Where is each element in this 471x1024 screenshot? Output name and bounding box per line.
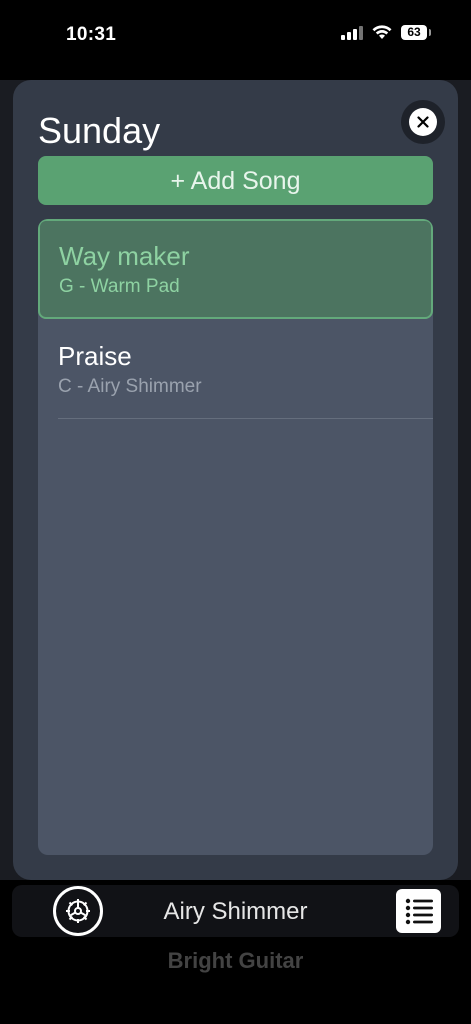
song-detail: C - Airy Shimmer xyxy=(58,376,202,397)
signal-icon xyxy=(341,24,363,40)
status-time: 10:31 xyxy=(66,24,117,45)
song-list: Way maker G - Warm Pad Praise C - Airy S… xyxy=(38,219,433,855)
song-name: Praise xyxy=(58,341,132,371)
status-bar: 10:31 63 xyxy=(0,0,471,70)
list-icon xyxy=(405,898,433,925)
next-patch-label[interactable]: Bright Guitar xyxy=(0,948,471,974)
song-detail: G - Warm Pad xyxy=(59,276,180,297)
battery-icon: 63 xyxy=(401,24,431,40)
song-item-way-maker[interactable]: Way maker G - Warm Pad xyxy=(38,219,433,319)
bottom-bar: Airy Shimmer xyxy=(12,885,459,937)
wifi-icon xyxy=(372,25,392,39)
status-icons: 63 xyxy=(341,24,431,40)
setlist-sheet: Sunday + Add Song Way maker G - Warm Pad… xyxy=(13,80,458,880)
close-button[interactable] xyxy=(401,100,445,144)
close-icon xyxy=(409,108,437,136)
divider xyxy=(58,418,433,419)
add-song-button[interactable]: + Add Song xyxy=(38,156,433,205)
current-patch-label: Airy Shimmer xyxy=(163,898,308,925)
song-name: Way maker xyxy=(59,241,190,271)
song-item-praise[interactable]: Praise C - Airy Shimmer xyxy=(38,319,433,419)
setlist-button[interactable] xyxy=(396,889,441,933)
setlist-title: Sunday xyxy=(38,110,161,151)
